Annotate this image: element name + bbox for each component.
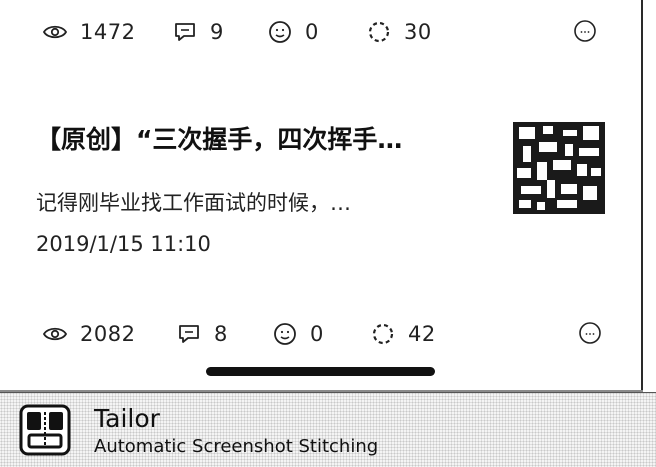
tailor-logo-icon — [19, 404, 71, 456]
comment-count[interactable]: 8 — [176, 316, 228, 352]
comment-count[interactable]: 9 — [172, 14, 224, 50]
phone-screen: 1472 9 0 30 【原创】“三次握手，四次挥手… 记得刚毕业找工作面试的时… — [0, 0, 641, 392]
article-summary: 记得刚毕业找工作面试的时候，… — [36, 191, 351, 215]
share-count[interactable]: 42 — [370, 316, 436, 352]
banner-divider — [0, 392, 656, 393]
article-title[interactable]: 【原创】“三次握手，四次挥手… — [36, 120, 486, 156]
app-tagline: Automatic Screenshot Stitching — [94, 436, 379, 457]
share-icon — [372, 323, 394, 345]
more-button[interactable] — [577, 320, 603, 350]
article-thumbnail[interactable] — [513, 122, 605, 214]
share-count[interactable]: 30 — [366, 14, 432, 50]
like-count[interactable]: 0 — [267, 14, 319, 50]
article-stats: 2082 8 0 42 — [0, 316, 641, 352]
phone-frame-edge — [641, 0, 643, 392]
smiley-icon — [274, 323, 296, 345]
comment-icon — [175, 23, 195, 41]
app-name: Tailor — [94, 404, 160, 433]
previous-article-stats: 1472 9 0 30 — [0, 14, 641, 50]
home-indicator[interactable] — [206, 367, 435, 376]
more-button[interactable] — [572, 18, 598, 48]
more-icon — [579, 322, 601, 344]
view-count: 2082 — [42, 316, 135, 352]
tailor-banner: Tailor Automatic Screenshot Stitching — [0, 392, 656, 467]
more-icon — [574, 20, 596, 42]
eye-icon — [42, 327, 68, 341]
view-count: 1472 — [42, 14, 135, 50]
article-date: 2019/1/15 11:10 — [36, 232, 211, 256]
smiley-icon — [269, 21, 291, 43]
comment-icon — [179, 325, 199, 343]
like-count[interactable]: 0 — [272, 316, 324, 352]
eye-icon — [42, 25, 68, 39]
share-icon — [368, 21, 390, 43]
